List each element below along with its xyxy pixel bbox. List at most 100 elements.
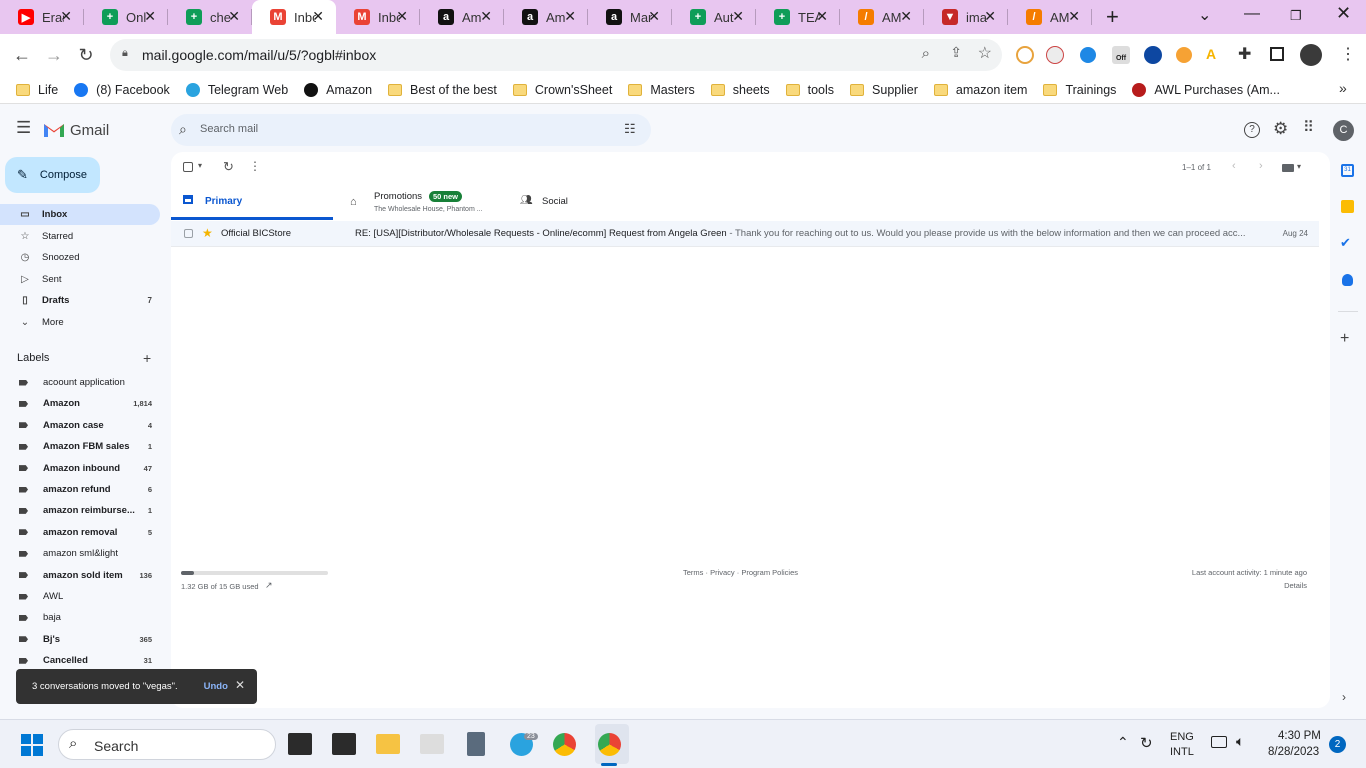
email-checkbox[interactable] bbox=[184, 229, 193, 238]
close-window-button[interactable]: ✕ bbox=[1336, 3, 1351, 24]
bookmark-item[interactable]: Telegram Web bbox=[185, 82, 288, 97]
browser-tab[interactable]: a Am ✕ bbox=[420, 0, 504, 34]
browser-tab[interactable]: a Mar ✕ bbox=[588, 0, 672, 34]
tab-close-icon[interactable]: ✕ bbox=[816, 8, 828, 25]
bookmark-item[interactable]: tools bbox=[785, 83, 834, 97]
label-item[interactable]: amazon sml&light bbox=[0, 543, 160, 564]
search-bar[interactable]: ⌕ Search mail ☷ bbox=[171, 114, 651, 146]
bookmarks-overflow-icon[interactable]: » bbox=[1339, 80, 1347, 96]
extension-icon[interactable]: A bbox=[1206, 46, 1224, 64]
refresh-icon[interactable]: ↻ bbox=[223, 159, 234, 175]
side-panel-icon[interactable] bbox=[1270, 47, 1284, 61]
address-bar[interactable]: 🔒︎ mail.google.com/mail/u/5/?ogbl#inbox … bbox=[110, 39, 1002, 71]
browser-tab[interactable]: + Onl ✕ bbox=[84, 0, 168, 34]
bookmark-item[interactable]: AWL Purchases (Am... bbox=[1132, 82, 1280, 97]
zoom-icon[interactable]: ⌕ bbox=[922, 45, 930, 62]
forward-icon[interactable]: → bbox=[42, 43, 66, 67]
share-icon[interactable]: ⇪ bbox=[950, 44, 962, 61]
chrome-icon[interactable] bbox=[553, 733, 576, 756]
language-bottom[interactable]: INTL bbox=[1170, 746, 1194, 758]
back-icon[interactable]: ← bbox=[10, 43, 34, 67]
help-icon[interactable]: ? bbox=[1244, 122, 1260, 138]
tab-close-icon[interactable]: ✕ bbox=[1068, 8, 1080, 25]
bookmark-item[interactable]: Best of the best bbox=[388, 83, 497, 97]
restore-button[interactable]: ❐ bbox=[1290, 8, 1302, 24]
contacts-icon[interactable] bbox=[1342, 274, 1353, 286]
sync-icon[interactable]: ↻ bbox=[1140, 734, 1153, 752]
browser-tab[interactable]: + che ✕ bbox=[168, 0, 252, 34]
compose-button[interactable]: ✎ Compose bbox=[5, 157, 100, 193]
sidebar-item-more[interactable]: ⌄ More bbox=[0, 312, 160, 333]
add-addon-icon[interactable]: + bbox=[1340, 330, 1349, 348]
app-icon[interactable] bbox=[420, 734, 444, 754]
bookmark-item[interactable]: (8) Facebook bbox=[74, 82, 170, 97]
volume-icon[interactable]: 🔈︎ bbox=[1236, 733, 1244, 750]
toast-close-icon[interactable]: ✕ bbox=[235, 678, 245, 692]
search-icon[interactable]: ⌕ bbox=[179, 121, 187, 138]
browser-tab[interactable]: / AM ✕ bbox=[840, 0, 924, 34]
search-options-icon[interactable]: ☷ bbox=[624, 121, 636, 137]
details-link[interactable]: Details bbox=[1284, 581, 1307, 590]
label-item[interactable]: Amazon FBM sales 1 bbox=[0, 436, 160, 457]
show-side-panel-icon[interactable]: › bbox=[1342, 690, 1346, 704]
label-item[interactable]: amazon removal 5 bbox=[0, 522, 160, 543]
tasks-icon[interactable]: ✔ bbox=[1340, 235, 1351, 251]
browser-tab[interactable]: ▶Eras✕ bbox=[0, 0, 84, 34]
label-item[interactable]: amazon reimburse... 1 bbox=[0, 500, 160, 521]
bookmark-item[interactable]: Crown'sSheet bbox=[512, 83, 612, 97]
gmail-logo-icon[interactable] bbox=[44, 122, 64, 137]
open-external-icon[interactable]: ↗ bbox=[265, 580, 273, 591]
file-explorer-icon[interactable] bbox=[376, 734, 400, 754]
tab-close-icon[interactable]: ✕ bbox=[144, 8, 156, 25]
browser-tab[interactable]: ▼ ima ✕ bbox=[924, 0, 1008, 34]
next-page-icon[interactable]: › bbox=[1259, 160, 1263, 172]
main-menu-icon[interactable]: ☰ bbox=[16, 118, 31, 138]
sidebar-item-starred[interactable]: ☆ Starred bbox=[0, 226, 160, 247]
sidebar-item-inbox[interactable]: ▭ Inbox bbox=[0, 204, 160, 225]
app-icon[interactable] bbox=[288, 733, 312, 755]
label-item[interactable]: Bj's 365 bbox=[0, 629, 160, 650]
extension-icon[interactable] bbox=[1176, 47, 1192, 63]
tab-close-icon[interactable]: ✕ bbox=[564, 8, 576, 25]
tab-close-icon[interactable]: ✕ bbox=[396, 8, 408, 25]
browser-tab[interactable]: + Aut ✕ bbox=[672, 0, 756, 34]
label-item[interactable]: Amazon case 4 bbox=[0, 415, 160, 436]
sidebar-item-sent[interactable]: ▷ Sent bbox=[0, 269, 160, 290]
bookmark-item[interactable]: Masters bbox=[628, 83, 695, 97]
prev-page-icon[interactable]: ‹ bbox=[1232, 160, 1236, 172]
keyboard-icon[interactable] bbox=[1282, 164, 1294, 172]
extension-icon[interactable] bbox=[1144, 46, 1162, 64]
chevron-up-icon[interactable]: ⌃ bbox=[1117, 734, 1129, 751]
chrome-icon[interactable] bbox=[598, 733, 621, 756]
tab-promotions[interactable]: ⌂ Promotions 50 new The Wholesale House,… bbox=[340, 186, 506, 220]
bookmark-item[interactable]: Life bbox=[16, 83, 58, 97]
calculator-icon[interactable] bbox=[467, 732, 485, 756]
tab-close-icon[interactable]: ✕ bbox=[60, 8, 72, 25]
browser-tab[interactable]: a Am ✕ bbox=[504, 0, 588, 34]
tab-search-icon[interactable]: ⌄ bbox=[1198, 5, 1211, 25]
tab-close-icon[interactable]: ✕ bbox=[984, 8, 996, 25]
search-input[interactable]: Search mail bbox=[200, 123, 258, 135]
create-label-icon[interactable]: + bbox=[143, 350, 151, 366]
email-row[interactable]: ★ Official BICStore RE: [USA][Distributo… bbox=[171, 221, 1319, 247]
extension-icon[interactable] bbox=[1016, 46, 1034, 64]
notification-badge[interactable]: 2 bbox=[1329, 736, 1346, 753]
tab-close-icon[interactable]: ✕ bbox=[228, 8, 240, 25]
label-item[interactable]: AWL bbox=[0, 586, 160, 607]
undo-button[interactable]: Undo bbox=[204, 681, 228, 692]
tab-social[interactable]: 👥︎ Social bbox=[510, 186, 670, 220]
bookmark-item[interactable]: amazon item bbox=[933, 83, 1027, 97]
browser-tab[interactable]: M Inbo ✕ bbox=[336, 0, 420, 34]
google-apps-icon[interactable]: ⠿ bbox=[1303, 118, 1314, 136]
reload-icon[interactable]: ↻ bbox=[74, 43, 98, 67]
tab-primary[interactable]: Primary bbox=[171, 186, 333, 220]
tab-close-icon[interactable]: ✕ bbox=[480, 8, 492, 25]
select-all-checkbox[interactable] bbox=[183, 162, 193, 172]
extension-off-icon[interactable]: Off bbox=[1112, 46, 1130, 64]
label-item[interactable]: amazon refund 6 bbox=[0, 479, 160, 500]
calendar-icon[interactable]: 31 bbox=[1341, 164, 1354, 177]
taskbar-search[interactable]: ⌕ Search bbox=[58, 729, 276, 760]
language-top[interactable]: ENG bbox=[1170, 731, 1194, 743]
browser-tab[interactable]: M Inbo ✕ bbox=[252, 0, 336, 34]
label-item[interactable]: baja bbox=[0, 607, 160, 628]
